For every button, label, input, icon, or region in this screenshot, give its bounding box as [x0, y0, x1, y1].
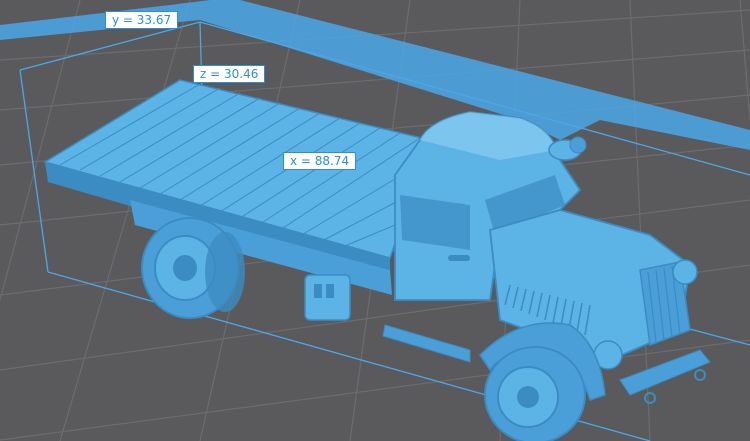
front-wheel: [484, 346, 586, 441]
door-handle: [448, 255, 470, 261]
running-board: [382, 324, 471, 363]
dimension-label-y: y = 33.67: [105, 11, 179, 29]
3d-viewport[interactable]: [0, 0, 750, 441]
truck-model[interactable]: [43, 79, 711, 441]
dimension-label-z: z = 30.46: [193, 65, 266, 83]
tank-box: [304, 274, 351, 321]
roof-horn: [548, 136, 587, 161]
dimension-label-x: x = 88.74: [283, 152, 357, 170]
